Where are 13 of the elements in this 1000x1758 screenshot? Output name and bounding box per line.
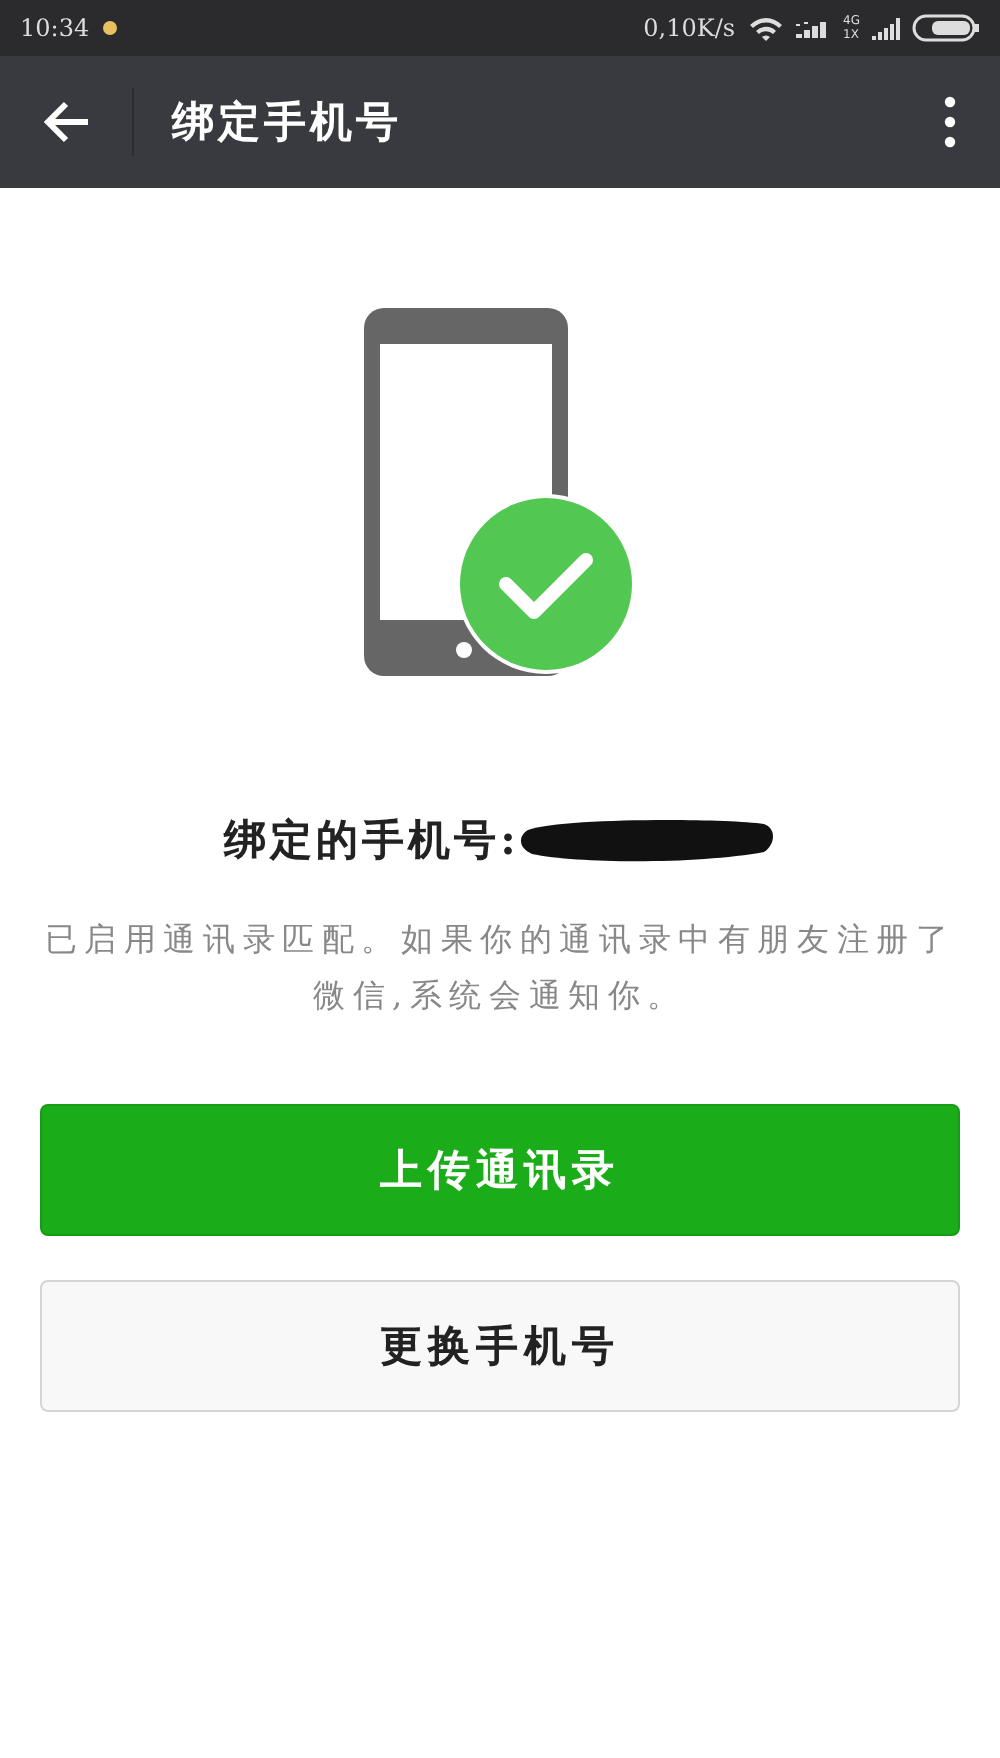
bound-number-label: 绑定的手机号: — [224, 812, 520, 868]
battery-icon — [912, 14, 980, 42]
more-options-icon — [944, 96, 956, 148]
description-text: 已启用通讯录匹配。如果你的通讯录中有朋友注册了微信,系统会通知你。 — [44, 918, 956, 1018]
signal-icon — [872, 17, 900, 39]
page-title: 绑定手机号 — [172, 96, 404, 150]
wifi-icon — [747, 15, 784, 41]
notification-icon — [101, 20, 118, 36]
clock: 10:34 — [20, 14, 90, 42]
change-number-button[interactable]: 更换手机号 — [40, 1280, 960, 1412]
network-speed: 0,10K/s — [643, 14, 736, 42]
signal-icon — [795, 18, 832, 38]
back-arrow-icon — [42, 100, 90, 144]
